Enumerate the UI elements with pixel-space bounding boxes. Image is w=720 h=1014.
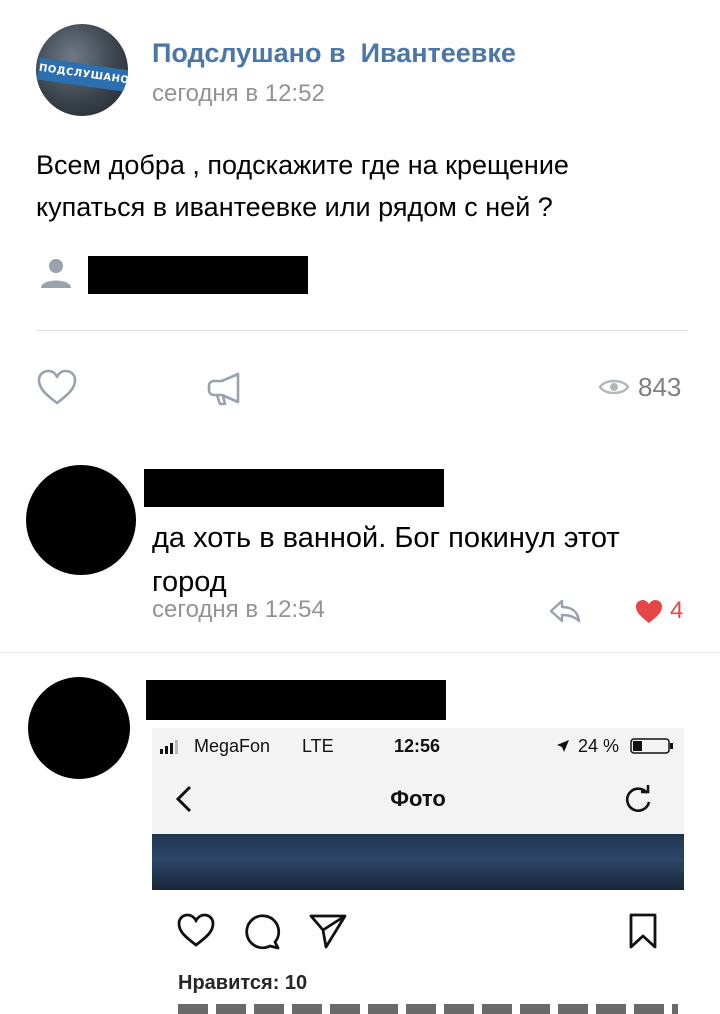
comment-author-redacted[interactable] bbox=[146, 680, 446, 720]
post-timestamp[interactable]: сегодня в 12:52 bbox=[152, 80, 325, 108]
attachment-caption-cutoff bbox=[178, 1004, 678, 1014]
send-icon bbox=[309, 914, 347, 949]
location-arrow-icon bbox=[557, 740, 569, 752]
group-avatar[interactable]: ПОДСЛУШАНО bbox=[36, 24, 128, 116]
views-count: 843 bbox=[638, 372, 682, 402]
heart-outline-icon bbox=[177, 913, 215, 947]
heart-icon[interactable] bbox=[36, 368, 78, 406]
attachment-title: Фото bbox=[390, 786, 446, 811]
group-avatar-text: ПОДСЛУШАНО bbox=[36, 57, 128, 93]
post-divider bbox=[36, 330, 688, 331]
author-icon bbox=[41, 259, 71, 288]
megaphone-icon[interactable] bbox=[204, 370, 246, 408]
post-text: Всем добра , подскажите где на крещение … bbox=[36, 144, 686, 228]
reply-icon[interactable] bbox=[548, 598, 582, 624]
network-type: LTE bbox=[302, 736, 334, 756]
author-name-redacted[interactable] bbox=[88, 256, 308, 294]
bookmark-icon bbox=[629, 913, 657, 949]
comment-avatar[interactable] bbox=[28, 677, 130, 779]
comment-bubble-icon bbox=[245, 914, 281, 950]
carrier-name: MegaFon bbox=[194, 736, 271, 756]
comment-text-line: да хоть в ванной. Бог покинул этот bbox=[152, 522, 620, 554]
comment-like-count[interactable]: 4 bbox=[670, 597, 683, 625]
refresh-icon bbox=[625, 785, 651, 812]
comment-timestamp[interactable]: сегодня в 12:54 bbox=[152, 596, 325, 624]
attachment-likes-label: Нравится: 10 bbox=[178, 972, 308, 994]
comment-attachment-image[interactable]: MegaFon LTE 12:56 24 % Фото Нравится: 10 bbox=[152, 728, 684, 1014]
heart-filled-icon[interactable] bbox=[634, 598, 664, 624]
battery-percent: 24 % bbox=[578, 736, 620, 756]
comment-avatar[interactable] bbox=[26, 465, 136, 575]
attachment-status-bar: MegaFon LTE 12:56 24 % bbox=[152, 728, 684, 764]
comment-divider bbox=[0, 652, 720, 653]
eye-icon bbox=[598, 379, 630, 395]
attachment-photo bbox=[152, 834, 684, 890]
post-text-line: Всем добра , подскажите где на крещение bbox=[36, 150, 569, 180]
battery-icon bbox=[630, 738, 673, 754]
group-name-link[interactable]: Подслушано в Ивантеевке bbox=[152, 38, 516, 69]
attachment-nav-bar: Фото bbox=[152, 764, 684, 834]
comment-author-redacted[interactable] bbox=[144, 469, 444, 507]
post-text-line: купаться в ивантеевке или рядом с ней ? bbox=[36, 192, 553, 222]
comment-text: да хоть в ванной. Бог покинул этот город bbox=[152, 516, 692, 604]
status-clock: 12:56 bbox=[394, 736, 441, 756]
signal-icon bbox=[160, 740, 178, 754]
